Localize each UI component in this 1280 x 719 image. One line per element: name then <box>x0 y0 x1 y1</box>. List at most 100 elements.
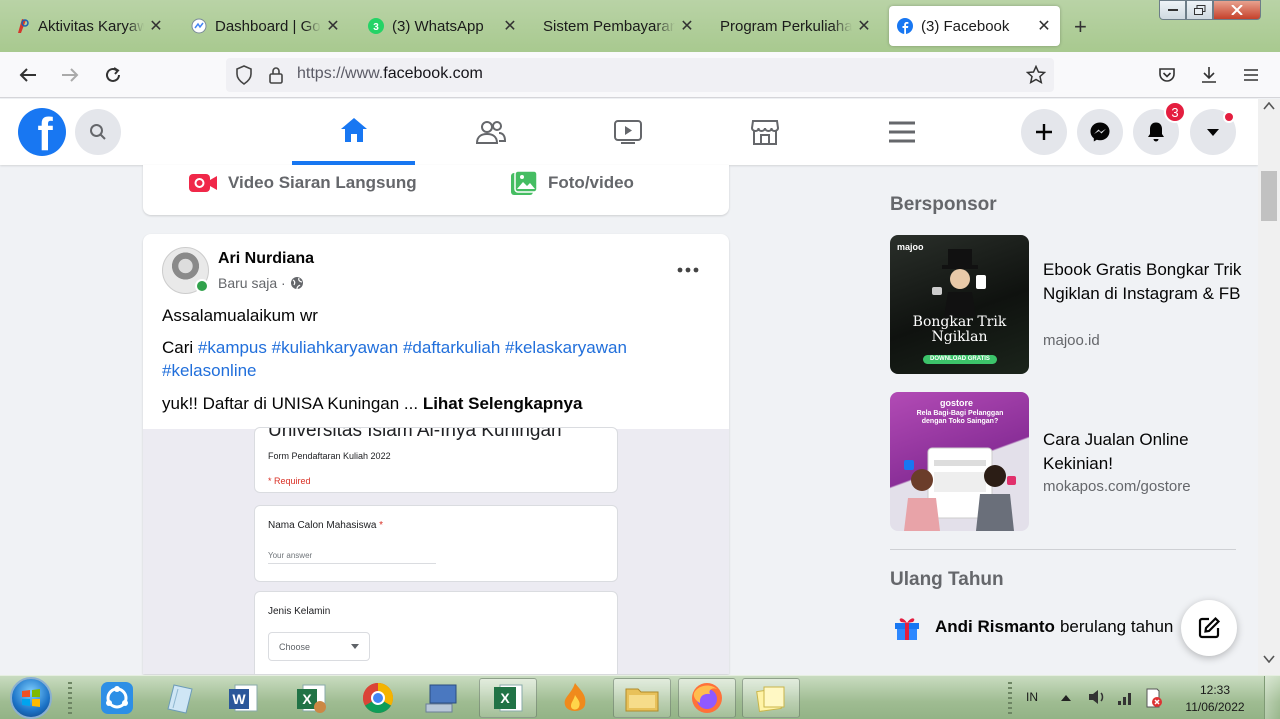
ad-image-gostore[interactable]: gostore Rela Bagi-Bagi Pelanggan dengan … <box>890 392 1029 531</box>
ad-title-majoo[interactable]: Ebook Gratis Bongkar Trik Ngiklan di Ins… <box>1043 258 1248 305</box>
back-button[interactable] <box>13 60 43 90</box>
toolbar-grip[interactable] <box>68 682 72 714</box>
tab-aktivitas-karyawan[interactable]: Aktivitas Karyawan ✕ <box>14 6 164 46</box>
language-indicator[interactable]: IN <box>1026 690 1038 704</box>
scrollbar-thumb[interactable] <box>1261 171 1277 221</box>
window-close-button[interactable] <box>1213 0 1261 20</box>
messenger-button[interactable] <box>1077 109 1123 155</box>
taskbar-chrome[interactable] <box>349 678 407 718</box>
new-tab-button[interactable]: + <box>1074 14 1087 40</box>
scroll-down-icon[interactable] <box>1263 655 1275 666</box>
volume-icon[interactable] <box>1087 687 1107 707</box>
tray-grip[interactable] <box>1008 682 1012 714</box>
shield-icon[interactable] <box>235 65 253 85</box>
taskbar-flame-app[interactable] <box>546 678 604 718</box>
ad-domain-gostore[interactable]: mokapos.com/gostore <box>1043 478 1191 495</box>
downloads-button[interactable] <box>1194 60 1224 90</box>
address-bar[interactable]: https://www.facebook.com <box>226 58 1054 92</box>
magician-illustration <box>932 249 986 317</box>
facebook-logo[interactable]: f <box>18 108 66 156</box>
close-icon[interactable]: ✕ <box>148 16 164 36</box>
url-prefix: https://www. <box>297 65 384 82</box>
post-composer: Video Siaran Langsung Foto/video <box>143 165 729 215</box>
hashtag-link-kelasonline[interactable]: #kelasonline <box>162 361 257 380</box>
show-desktop-button[interactable] <box>1264 676 1280 719</box>
photo-video-button[interactable]: Foto/video <box>510 167 634 199</box>
nav-friends[interactable] <box>429 99 552 165</box>
close-icon[interactable]: ✕ <box>502 16 518 36</box>
whatsapp-icon: 3 <box>368 18 384 34</box>
facebook-header: f <box>0 99 1258 165</box>
window-restore-button[interactable] <box>1186 0 1213 20</box>
live-video-button[interactable]: Video Siaran Langsung <box>188 167 417 199</box>
taskbar-explorer[interactable] <box>613 678 671 718</box>
form-header-card: Universitas Islam Al-Ihya Kuningan Form … <box>254 427 618 493</box>
create-button[interactable] <box>1021 109 1067 155</box>
page-scrollbar[interactable] <box>1258 99 1280 675</box>
see-more-link[interactable]: Lihat Selengkapnya <box>423 394 583 413</box>
gift-icon <box>895 618 919 640</box>
nav-watch[interactable] <box>566 99 689 165</box>
nav-marketplace[interactable] <box>703 99 826 165</box>
search-button[interactable] <box>75 109 121 155</box>
nav-menu[interactable] <box>840 99 963 165</box>
home-icon <box>340 118 367 142</box>
chrome-icon <box>362 683 394 714</box>
taskbar-word[interactable]: W <box>214 678 272 718</box>
hamburger-icon <box>888 121 915 143</box>
excel-icon: X <box>297 684 326 713</box>
post-author[interactable]: Ari Nurdiana <box>218 250 314 268</box>
close-icon[interactable]: ✕ <box>1036 16 1052 36</box>
start-button[interactable] <box>10 677 52 719</box>
url-text[interactable]: https://www.facebook.com <box>297 65 483 83</box>
tab-dashboard-google[interactable]: Dashboard | Google ✕ <box>191 6 341 46</box>
action-center-icon[interactable] <box>1143 687 1163 709</box>
messenger-icon <box>1090 122 1110 142</box>
notepad-icon <box>167 684 193 714</box>
post-time[interactable]: Baru saja · <box>218 275 286 291</box>
birthday-name[interactable]: Andi Rismanto <box>935 617 1055 637</box>
birthday-item[interactable]: Andi Rismanto berulang tahun <box>893 614 1173 640</box>
system-clock[interactable]: 12:33 11/06/2022 <box>1180 682 1250 716</box>
ad-title-gostore[interactable]: Cara Jualan Online Kekinian! <box>1043 428 1248 475</box>
taskbar-excel[interactable]: X <box>479 678 537 718</box>
new-message-button[interactable] <box>1181 600 1237 656</box>
arrow-right-icon <box>62 68 79 82</box>
taskbar-network-app[interactable] <box>413 678 471 718</box>
taskbar-notes-app[interactable] <box>150 678 208 718</box>
tray-expand-icon[interactable] <box>1061 694 1071 702</box>
forward-button[interactable] <box>55 60 85 90</box>
analytics-icon <box>191 18 207 34</box>
lock-icon[interactable] <box>268 66 284 84</box>
more-options-button[interactable] <box>677 256 699 279</box>
bookmark-star-icon[interactable] <box>1026 65 1046 85</box>
browser-toolbar: https://www.facebook.com <box>0 52 1280 98</box>
nav-home[interactable] <box>292 99 415 165</box>
hashtag-links-line1[interactable]: #kampus #kuliahkaryawan #daftarkuliah #k… <box>198 338 627 357</box>
tab-whatsapp[interactable]: 3 (3) WhatsApp ✕ <box>368 6 518 46</box>
taskbar-sync-app[interactable] <box>88 678 146 718</box>
window-minimize-button[interactable] <box>1159 0 1186 20</box>
close-icon[interactable]: ✕ <box>679 16 695 36</box>
pocket-button[interactable] <box>1152 60 1182 90</box>
tab-program-perkuliahan[interactable]: Program Perkuliahan Karyawan ✕ <box>720 6 872 46</box>
post-hashtags: Cari #kampus #kuliahkaryawan #daftarkuli… <box>162 336 627 382</box>
taskbar-firefox[interactable] <box>678 678 736 718</box>
post-image[interactable]: Universitas Islam Al-Ihya Kuningan Form … <box>143 427 729 674</box>
scroll-up-icon[interactable] <box>1263 101 1275 113</box>
tab-facebook[interactable]: (3) Facebook ✕ <box>889 6 1060 46</box>
close-icon[interactable]: ✕ <box>856 16 872 36</box>
tab-sistem-pembayaran[interactable]: Sistem Pembayaran Mahasiswa ✕ <box>543 6 695 46</box>
question-name-label: Nama Calon Mahasiswa <box>268 520 377 531</box>
ad-image-majoo[interactable]: majoo Bongkar Trik Ngiklan DOWNLOAD GRAT… <box>890 235 1029 374</box>
caret-down-icon <box>351 644 359 649</box>
ad-domain-majoo[interactable]: majoo.id <box>1043 332 1100 349</box>
reload-button[interactable] <box>98 60 128 90</box>
post-greeting: Assalamualaikum wr <box>162 306 318 325</box>
close-icon[interactable]: ✕ <box>325 16 341 36</box>
taskbar-sticky-notes[interactable] <box>742 678 800 718</box>
menu-button[interactable] <box>1236 60 1266 90</box>
browser-tab-strip: Aktivitas Karyawan ✕ Dashboard | Google … <box>0 0 1280 52</box>
signal-icon[interactable] <box>1116 687 1136 707</box>
taskbar-excel-file[interactable]: X <box>282 678 340 718</box>
